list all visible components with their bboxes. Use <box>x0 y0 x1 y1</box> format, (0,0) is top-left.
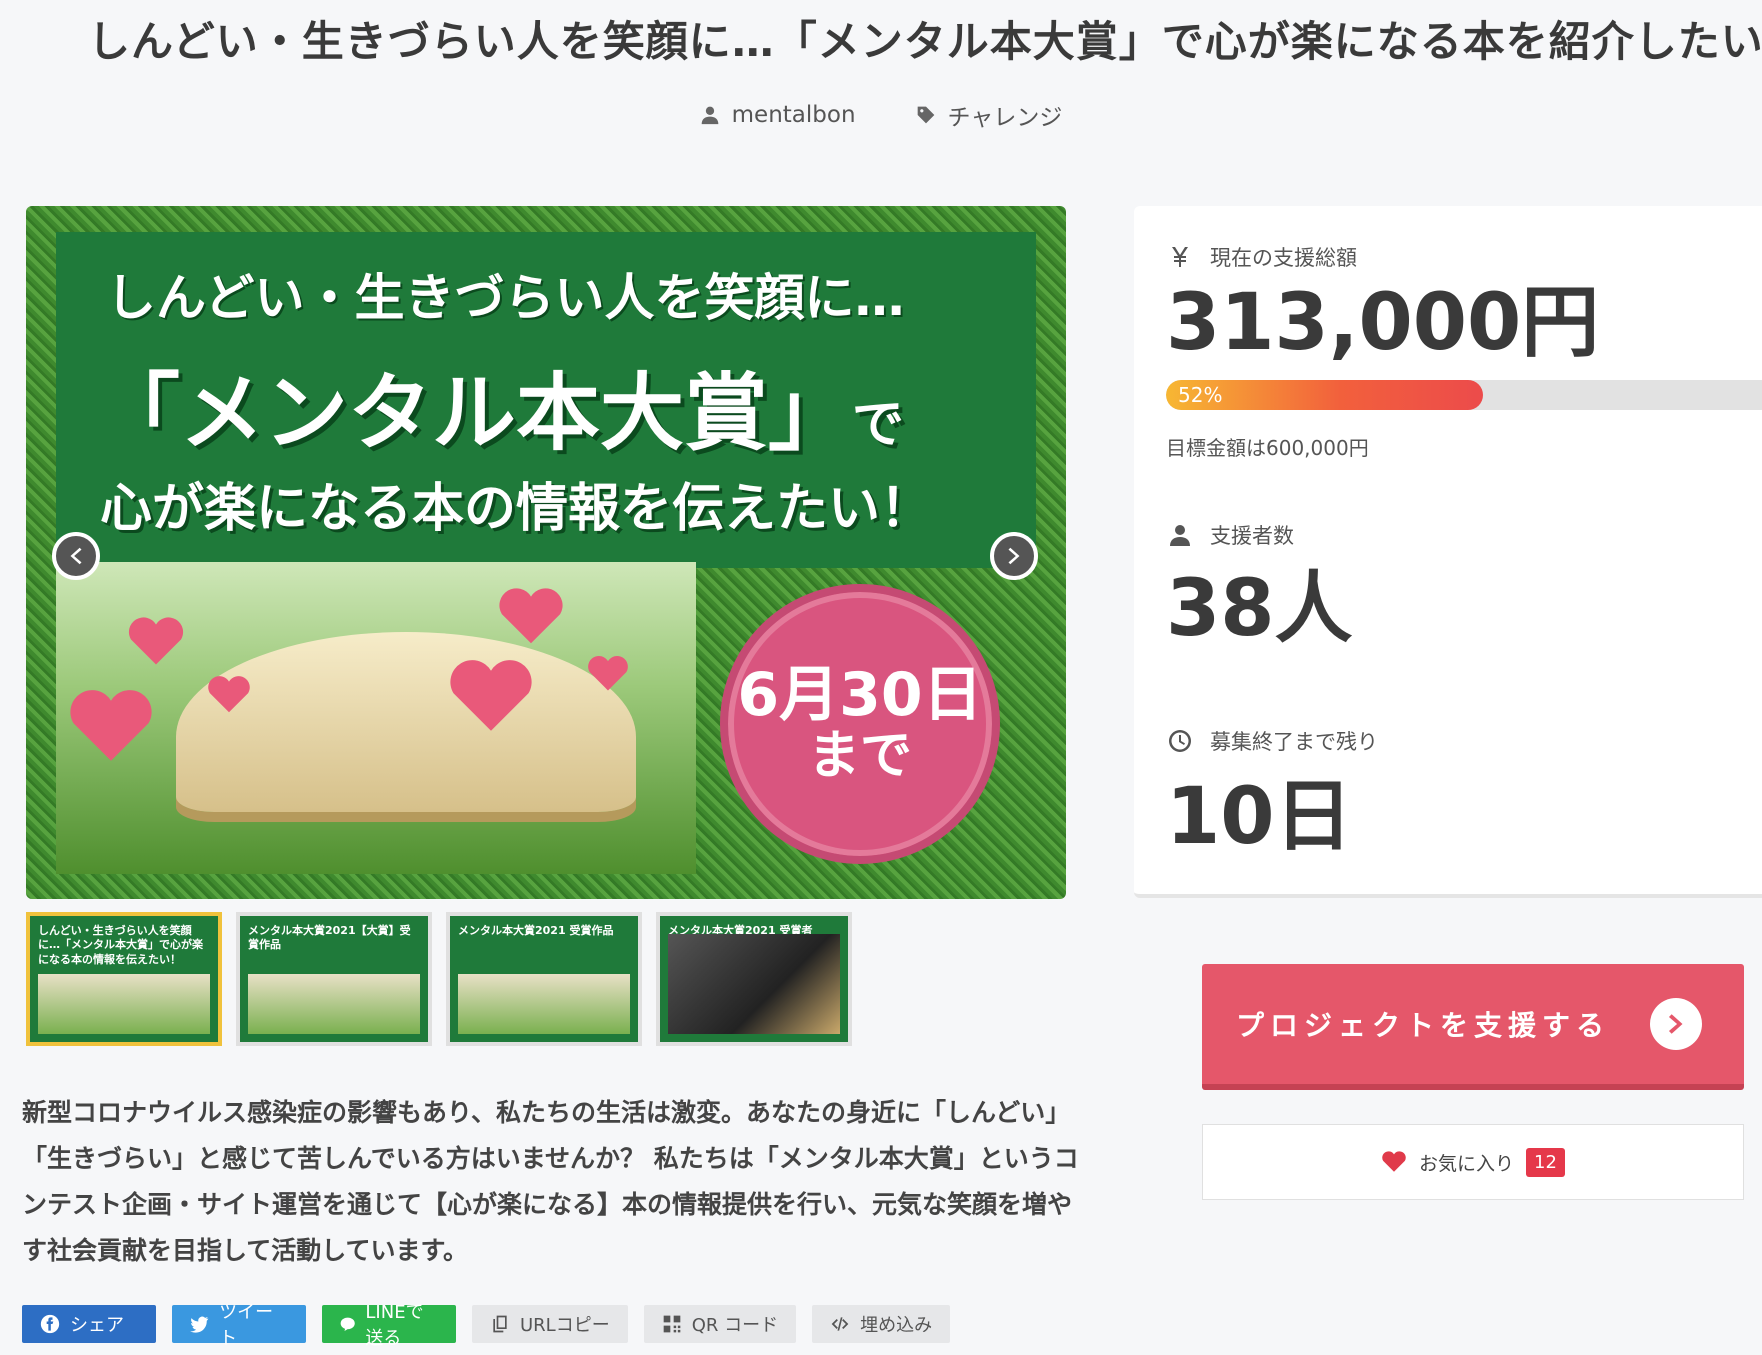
author-link[interactable]: mentalbon <box>700 98 856 132</box>
thumbnail-1[interactable]: しんどい・生きづらい人を笑顔に…「メンタル本大賞」で心が楽になる本の情報を伝えた… <box>26 912 222 1046</box>
thumbnail-image <box>458 974 630 1034</box>
yen-icon <box>1172 247 1188 267</box>
twitter-share-button[interactable]: ツイート <box>172 1302 306 1349</box>
hero-line-1: しんどい・生きづらい人を笑顔に… <box>106 269 905 327</box>
embed-label: 埋め込み <box>860 1315 933 1336</box>
thumbnail-image <box>668 934 840 1034</box>
hero-carousel[interactable]: しんどい・生きづらい人を笑顔に… 「メンタル本大賞」で 心が楽になる本の情報を伝… <box>26 206 1066 899</box>
heart-icon <box>1382 1151 1406 1172</box>
backers-count: 38人 <box>1166 564 1353 654</box>
deadline-badge: 6月30日 まで <box>720 584 1000 864</box>
hero-award-suffix: で <box>852 395 905 455</box>
copy-icon <box>493 1315 507 1333</box>
heart-icon <box>496 582 566 652</box>
tag-icon <box>917 106 934 124</box>
book-photo <box>56 562 696 874</box>
tag-label: チャレンジ <box>947 105 1063 131</box>
remaining-label: 募集終了まで残り <box>1210 730 1378 754</box>
favorite-count-badge: 12 <box>1526 1147 1565 1177</box>
project-meta: mentalbon チャレンジ <box>0 98 1762 132</box>
arrow-right-circle-icon <box>1650 998 1702 1050</box>
line-share-label: LINEで送る <box>365 1302 424 1349</box>
thumbnail-image <box>38 974 210 1034</box>
url-copy-button[interactable]: URLコピー <box>472 1305 628 1343</box>
deadline-date: 6月30日 <box>737 660 983 731</box>
total-amount: 313,000円 <box>1166 278 1600 368</box>
qr-code-button[interactable]: QR コード <box>643 1305 797 1343</box>
funding-progress-bar: 52% <box>1166 380 1762 410</box>
code-icon <box>831 1317 849 1331</box>
carousel-prev-button[interactable] <box>52 532 100 580</box>
funding-stats-panel: 現在の支援総額 313,000円 52% 目標金額は600,000円 支援者数 … <box>1134 206 1762 898</box>
line-share-button[interactable]: LINEで送る <box>322 1302 456 1349</box>
support-button-label: プロジェクトを支援する <box>1236 1009 1611 1042</box>
support-project-button[interactable]: プロジェクトを支援する <box>1202 964 1744 1090</box>
favorite-button[interactable]: お気に入り 12 <box>1202 1124 1744 1200</box>
carousel-next-button[interactable] <box>990 532 1038 580</box>
hero-line-3: 心が楽になる本の情報を伝えたい！ <box>100 479 933 539</box>
user-icon <box>1170 525 1190 546</box>
heart-icon <box>446 652 536 742</box>
clock-icon <box>1169 730 1191 752</box>
hero-line-2: 「メンタル本大賞」で <box>96 346 904 467</box>
qr-code-icon <box>663 1315 681 1333</box>
share-bar: シェア ツイート LINEで送る URLコピー QR コード 埋め込み <box>22 1302 951 1349</box>
embed-button[interactable]: 埋め込み <box>812 1305 951 1343</box>
facebook-share-button[interactable]: シェア <box>22 1305 156 1343</box>
deadline-suffix: まで <box>807 726 912 787</box>
facebook-icon <box>40 1314 60 1334</box>
project-description: 新型コロナウイルス感染症の影響もあり、私たちの生活は激変。あなたの身近に「しんど… <box>22 1098 1079 1265</box>
line-icon <box>340 1317 355 1332</box>
backers-label: 支援者数 <box>1210 524 1294 548</box>
remaining-label-row: 募集終了まで残り <box>1168 726 1378 756</box>
heart-icon <box>206 672 252 718</box>
twitter-icon <box>190 1316 209 1333</box>
goal-amount: 目標金額は600,000円 <box>1166 436 1369 460</box>
heart-icon <box>126 612 186 672</box>
total-label-row: 現在の支援総額 <box>1168 242 1357 272</box>
book-illustration <box>176 632 636 812</box>
author-name: mentalbon <box>731 102 856 128</box>
thumbnail-strip: しんどい・生きづらい人を笑顔に…「メンタル本大賞」で心が楽になる本の情報を伝えた… <box>26 912 852 1046</box>
heart-icon <box>586 652 630 696</box>
thumbnail-3[interactable]: メンタル本大賞2021 受賞作品 <box>446 912 642 1046</box>
favorite-label: お気に入り <box>1419 1152 1515 1175</box>
tag-link[interactable]: チャレンジ <box>916 98 1063 132</box>
hero-award-name: 「メンタル本大賞」 <box>96 364 853 462</box>
remaining-days: 10日 <box>1166 772 1353 862</box>
total-label: 現在の支援総額 <box>1210 246 1357 270</box>
qr-code-label: QR コード <box>691 1315 779 1336</box>
chevron-right-icon <box>1008 547 1020 565</box>
backers-label-row: 支援者数 <box>1168 520 1294 550</box>
progress-percent: 52% <box>1178 383 1223 407</box>
page-title: しんどい・生きづらい人を笑顔に…「メンタル本大賞」で心が楽になる本を紹介したい！ <box>88 17 1762 66</box>
thumbnail-2[interactable]: メンタル本大賞2021【大賞】受賞作品 <box>236 912 432 1046</box>
heart-icon <box>66 682 156 772</box>
user-icon <box>701 106 718 125</box>
facebook-share-label: シェア <box>70 1315 124 1336</box>
thumbnail-image <box>248 974 420 1034</box>
chevron-left-icon <box>70 547 82 565</box>
thumbnail-caption: メンタル本大賞2021 受賞作品 <box>458 924 614 937</box>
thumbnail-caption: メンタル本大賞2021【大賞】受賞作品 <box>248 924 411 952</box>
url-copy-label: URLコピー <box>520 1315 610 1336</box>
thumbnail-4[interactable]: メンタル本大賞2021 受賞者 <box>656 912 852 1046</box>
thumbnail-caption: しんどい・生きづらい人を笑顔に…「メンタル本大賞」で心が楽になる本の情報を伝えた… <box>38 924 203 966</box>
twitter-share-label: ツイート <box>219 1302 274 1349</box>
